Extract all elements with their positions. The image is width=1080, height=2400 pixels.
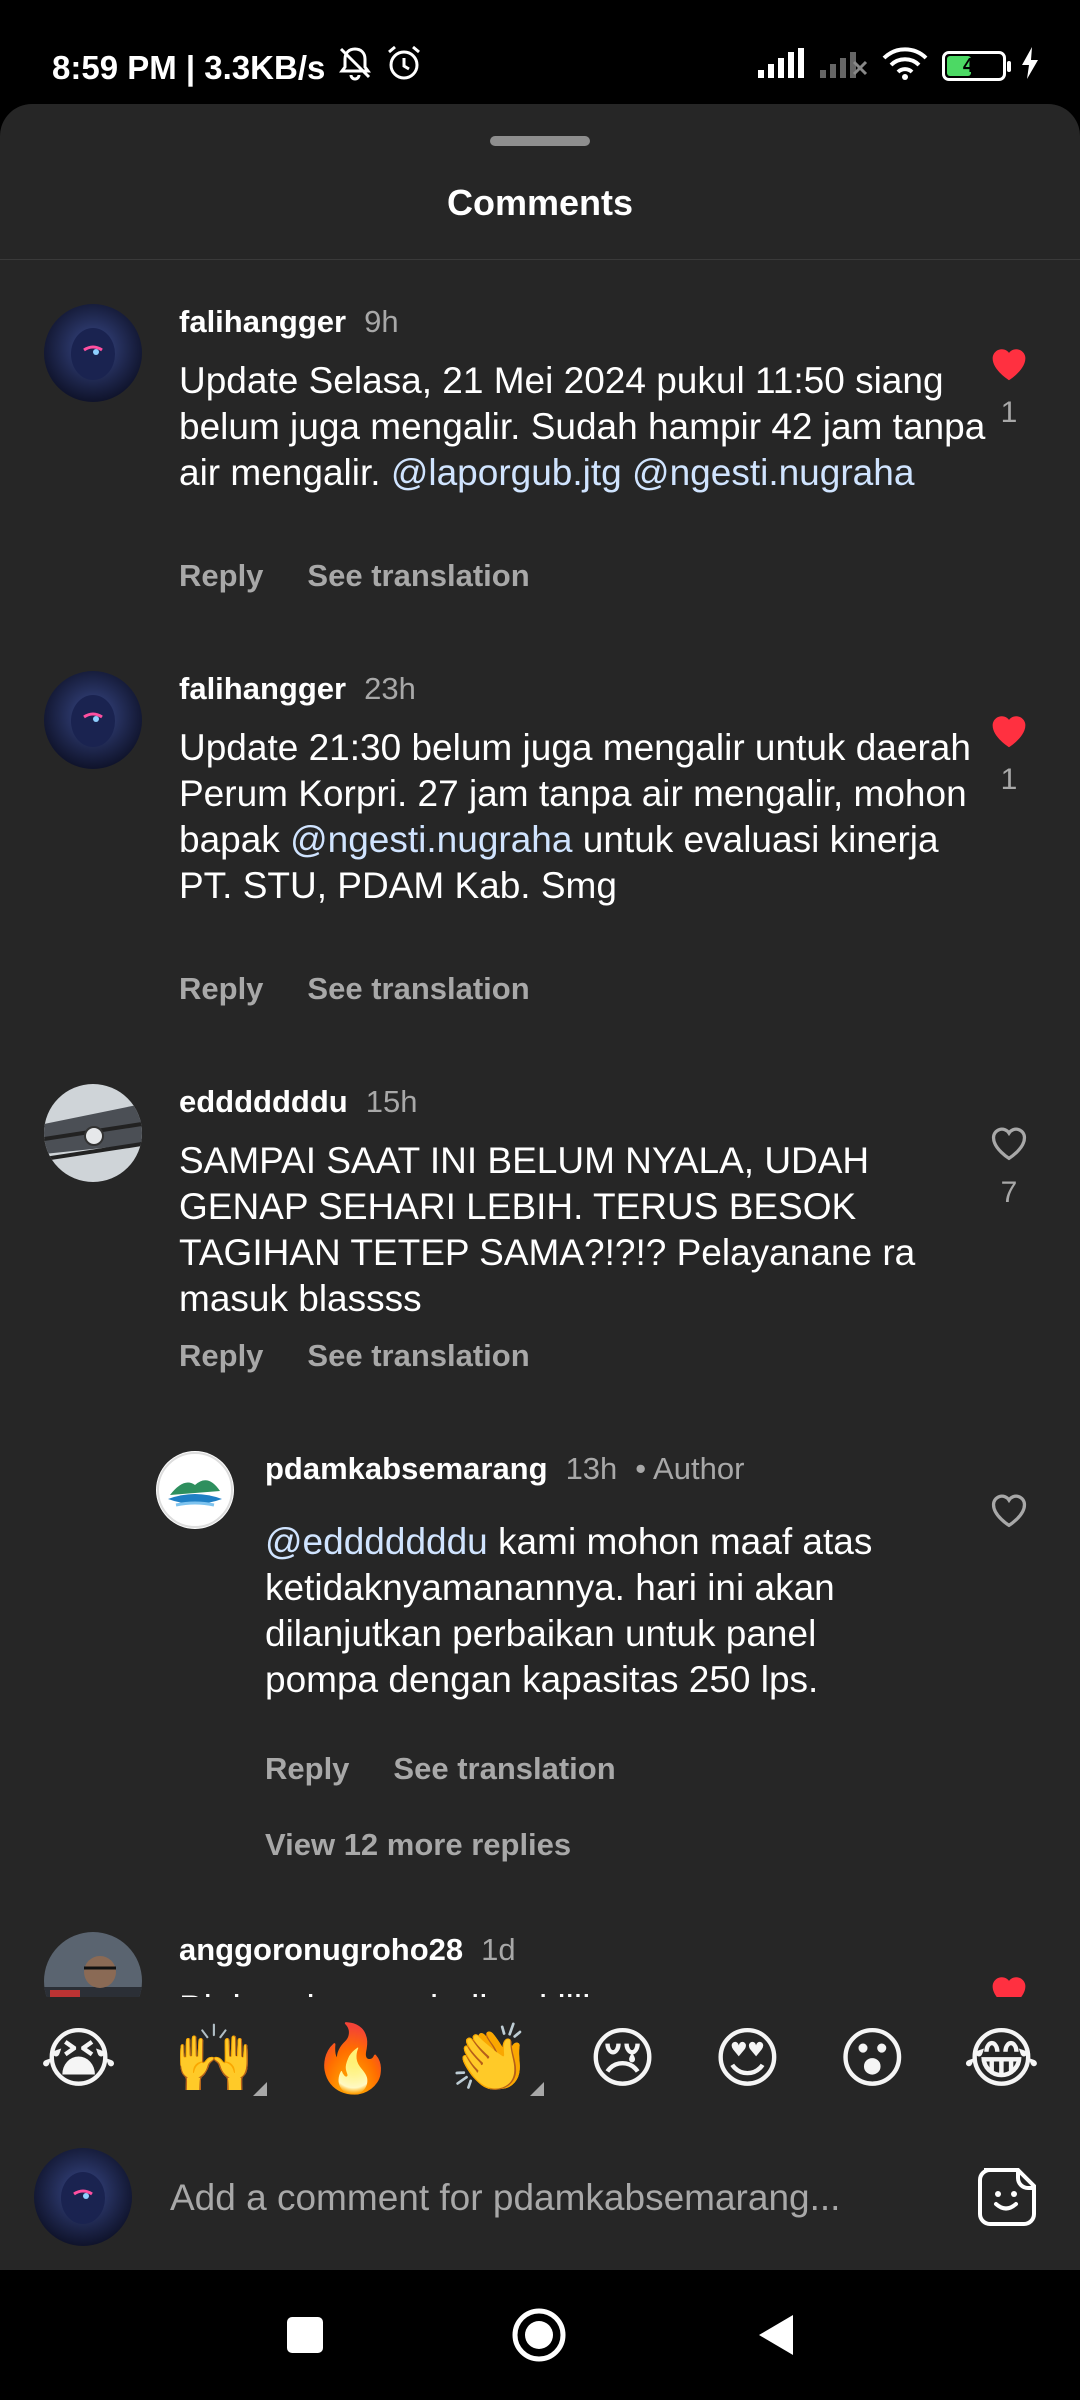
- avatar[interactable]: [44, 1932, 142, 1997]
- home-button[interactable]: [504, 2300, 574, 2370]
- comment-text: Blaisss kapan dadine kiiih: [179, 1986, 999, 1997]
- avatar[interactable]: [44, 304, 142, 402]
- comment-text: Update Selasa, 21 Mei 2024 pukul 11:50 s…: [179, 358, 999, 496]
- charging-icon: [1020, 47, 1040, 84]
- home-circle-icon: [512, 2308, 566, 2362]
- like-count: 7: [1000, 1176, 1018, 1209]
- wifi-icon: [882, 46, 928, 85]
- sheet-title: Comments: [446, 182, 634, 223]
- comment-time: 9h: [364, 304, 399, 339]
- see-translation-button[interactable]: See translation: [307, 971, 529, 1007]
- alarm-icon: [385, 44, 423, 91]
- like-button[interactable]: 7: [974, 1122, 1044, 1210]
- emoji-laughing-button[interactable]: 😂: [963, 2026, 1040, 2092]
- comment-text: @edddddddu kami mohon maaf atas ketidakn…: [265, 1519, 915, 1703]
- comment-time: 23h: [364, 671, 416, 706]
- sticker-icon: [978, 2168, 1036, 2226]
- status-time-speed: 8:59 PM | 3.3KB/s: [52, 48, 326, 86]
- heart-filled-icon: [992, 1977, 1026, 1997]
- heart-filled-icon: [992, 716, 1026, 748]
- battery-icon: 45: [942, 50, 1011, 81]
- emoji-glyph: 👏: [449, 2020, 533, 2097]
- signal-icon: [758, 48, 806, 83]
- comment-text: Update 21:30 belum juga mengalir untuk d…: [179, 725, 999, 909]
- comment-text: SAMPAI SAAT INI BELUM NYALA, UDAH GENAP …: [179, 1140, 916, 1319]
- comment-input-row: [0, 2134, 1080, 2264]
- emoji-surprised-button[interactable]: 😮: [838, 2026, 907, 2092]
- comment-text-part: [622, 452, 632, 493]
- comment-username[interactable]: pdamkabsemarang: [265, 1451, 548, 1487]
- see-translation-button[interactable]: See translation: [393, 1751, 615, 1787]
- recents-button[interactable]: [270, 2300, 340, 2370]
- like-button[interactable]: [974, 1970, 1044, 1997]
- reply-button[interactable]: Reply: [179, 971, 263, 1007]
- emoji-glyph: 🙌: [173, 2020, 256, 2097]
- like-count: 1: [1000, 763, 1018, 796]
- author-badge: • Author: [635, 1451, 745, 1486]
- back-triangle-icon: [759, 2315, 793, 2355]
- emoji-clap-button[interactable]: 👏: [450, 2026, 545, 2096]
- avatar[interactable]: [44, 671, 142, 769]
- comment-time: 15h: [365, 1084, 418, 1119]
- reply-button[interactable]: Reply: [265, 1751, 349, 1787]
- skin-tone-indicator: [530, 2082, 545, 2096]
- comment-time: 13h: [565, 1451, 618, 1486]
- emoji-sad-button[interactable]: 😢: [588, 2026, 657, 2092]
- comment-username[interactable]: anggoronugroho28: [179, 1932, 463, 1968]
- see-translation-button[interactable]: See translation: [307, 558, 529, 594]
- avatar[interactable]: [156, 1451, 234, 1529]
- like-button[interactable]: 1: [974, 709, 1044, 797]
- signal-no-service-icon: [820, 48, 868, 83]
- sticker-button[interactable]: [974, 2164, 1040, 2230]
- comment-time: 1d: [481, 1932, 516, 1967]
- heart-outline-icon: [991, 1494, 1027, 1528]
- mute-notifications-icon: [335, 45, 375, 90]
- drag-handle[interactable]: [490, 136, 590, 146]
- mention-link[interactable]: @ngesti.nugraha: [290, 819, 572, 860]
- system-nav-bar: [0, 2270, 1080, 2400]
- like-button[interactable]: [974, 1489, 1044, 1529]
- mention-link[interactable]: @laporgub.jtg: [391, 452, 622, 493]
- quick-emoji-bar: 😭 🙌 🔥 👏 😢 😍 😮 😂: [0, 1999, 1080, 2119]
- back-button[interactable]: [740, 2300, 810, 2370]
- mention-link[interactable]: @ngesti.nugraha: [632, 452, 914, 493]
- emoji-crying-button[interactable]: 😭: [40, 2026, 117, 2092]
- view-more-replies-button[interactable]: View 12 more replies: [265, 1827, 571, 1863]
- reply-button[interactable]: Reply: [179, 558, 263, 594]
- comments-sheet: Comments falihangger 9h Update Selasa, 2…: [0, 104, 1080, 2270]
- comment-username[interactable]: falihangger: [179, 304, 346, 340]
- comment-username[interactable]: falihangger: [179, 671, 346, 707]
- heart-filled-icon: [992, 349, 1026, 381]
- comments-list[interactable]: falihangger 9h Update Selasa, 21 Mei 202…: [0, 260, 1080, 1997]
- emoji-heart-eyes-button[interactable]: 😍: [713, 2026, 782, 2092]
- status-bar: 8:59 PM | 3.3KB/s 45: [0, 0, 1080, 102]
- heart-outline-icon: [991, 1127, 1027, 1161]
- comment-input[interactable]: [170, 2168, 890, 2228]
- avatar[interactable]: [44, 1084, 142, 1182]
- like-count: 1: [1000, 396, 1018, 429]
- reply-button[interactable]: Reply: [179, 1338, 263, 1374]
- comment-username[interactable]: edddddddu: [179, 1084, 348, 1120]
- square-icon: [287, 2317, 323, 2353]
- emoji-raised-hands-button[interactable]: 🙌: [173, 2026, 268, 2096]
- current-user-avatar: [34, 2148, 132, 2246]
- see-translation-button[interactable]: See translation: [307, 1338, 529, 1374]
- emoji-fire-button[interactable]: 🔥: [312, 2026, 394, 2092]
- like-button[interactable]: 1: [974, 342, 1044, 430]
- battery-level: 45: [962, 54, 986, 77]
- mention-link[interactable]: @edddddddu: [265, 1521, 488, 1562]
- skin-tone-indicator: [253, 2082, 268, 2096]
